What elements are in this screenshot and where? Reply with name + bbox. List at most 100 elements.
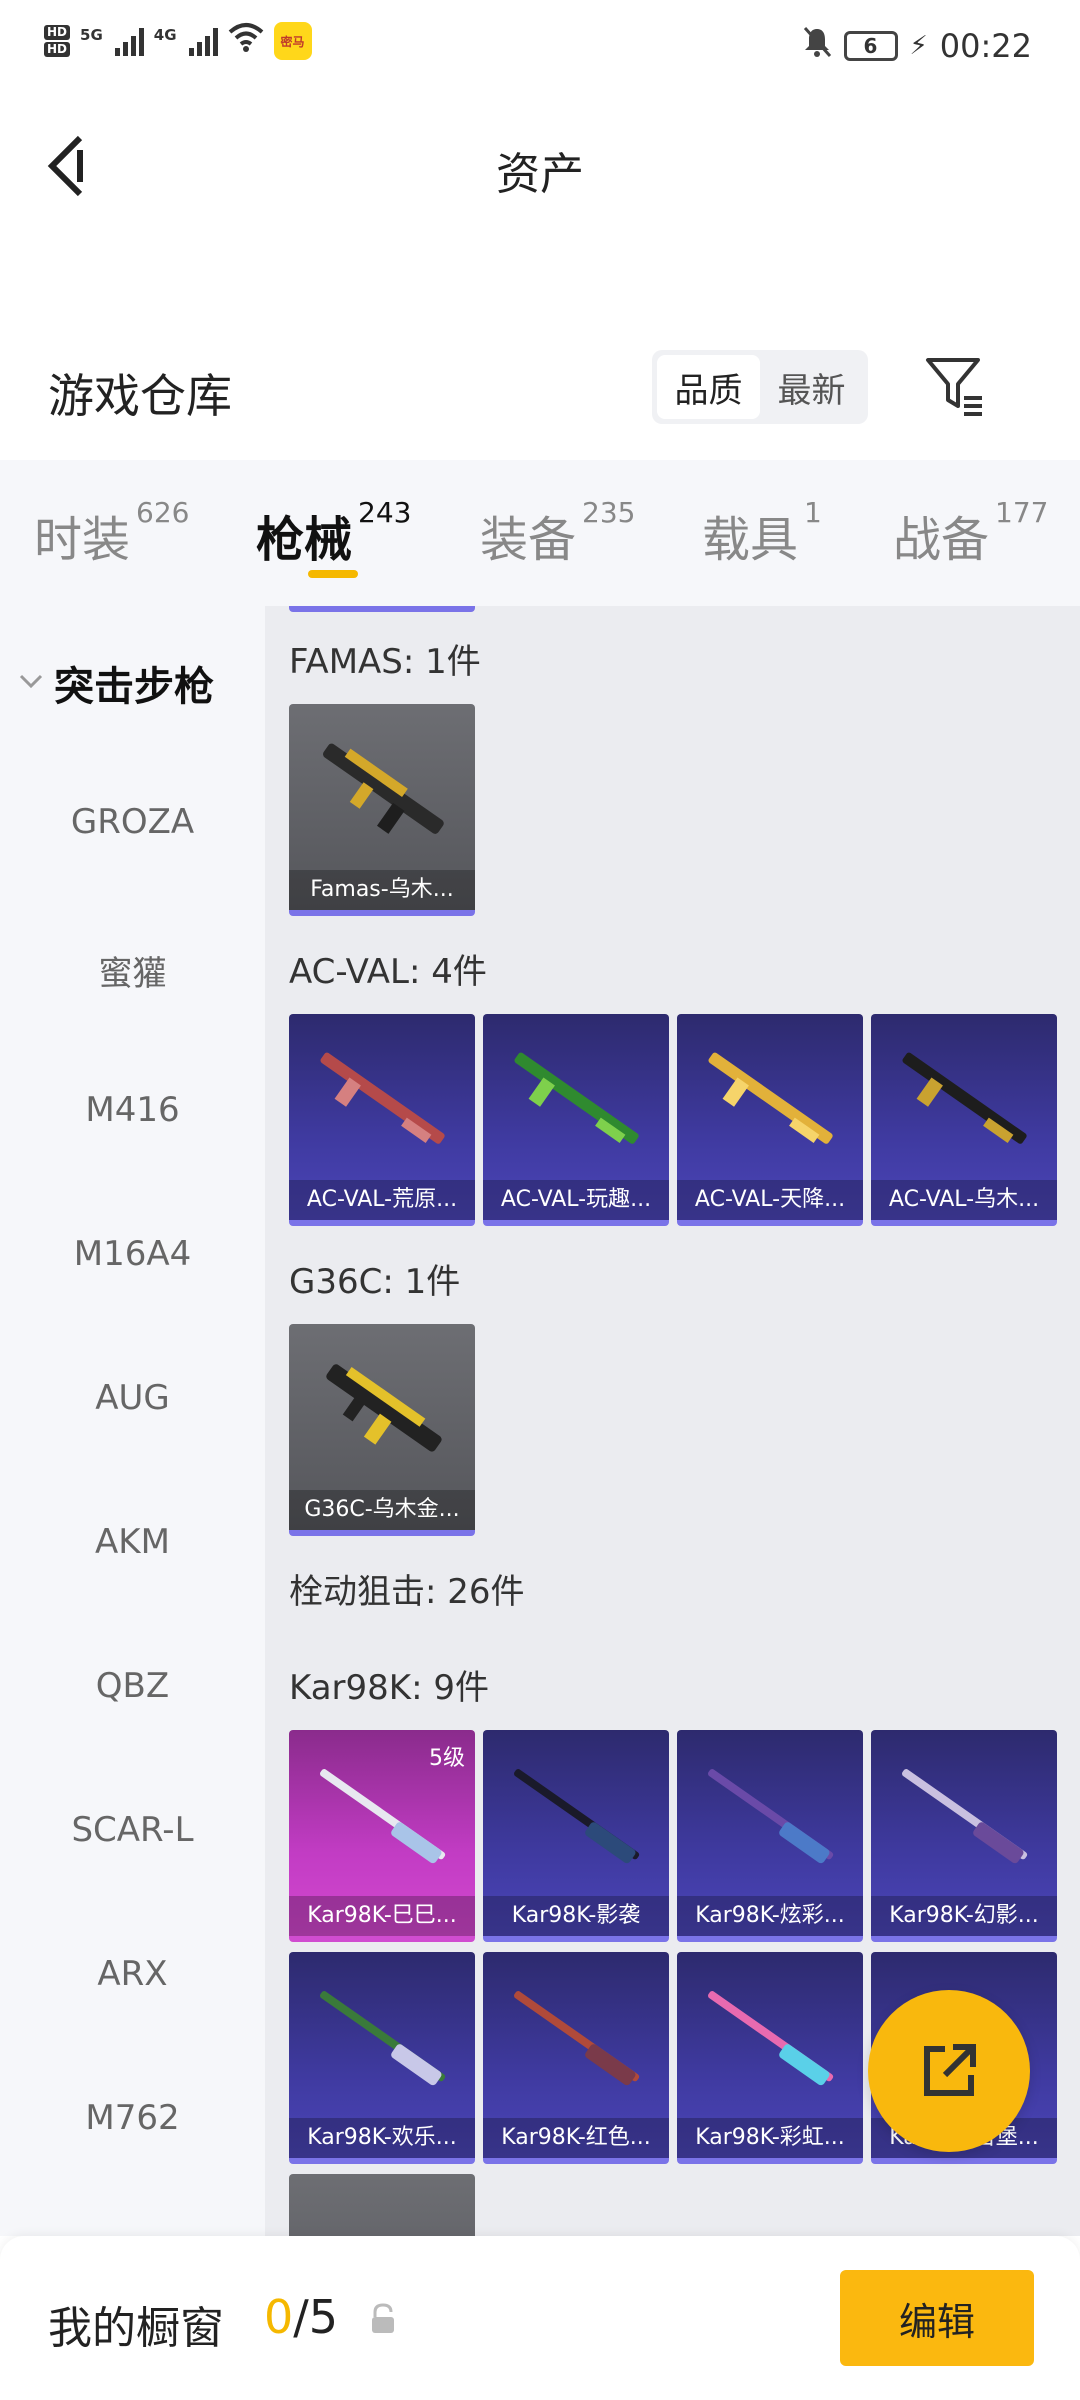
network-4g-label: 4G <box>153 26 177 44</box>
group-label-g36c: G36C: 1件 <box>289 1262 461 1302</box>
lock-icon <box>372 2303 394 2333</box>
item-card[interactable] <box>289 2174 475 2236</box>
sidebar-group-label: 突击步枪 <box>54 664 214 710</box>
filter-icon <box>926 358 982 416</box>
rifle-image <box>326 1364 442 1452</box>
tab-label: 时装 <box>34 512 131 568</box>
sort-newest-option[interactable]: 最新 <box>760 355 863 419</box>
item-card[interactable]: Kar98K-欢乐... <box>289 1952 475 2164</box>
item-card[interactable]: AC-VAL-天降... <box>677 1014 863 1226</box>
network-5g-label: 5G <box>80 26 103 44</box>
group-label-famas: FAMAS: 1件 <box>289 642 481 682</box>
filter-button[interactable] <box>920 350 992 422</box>
rifle-image <box>708 1769 834 1864</box>
group-label-ac-val: AC-VAL: 4件 <box>289 952 487 992</box>
page-title: 资产 <box>496 149 584 200</box>
sidebar-item-m762[interactable]: M762 <box>0 2098 265 2138</box>
item-card[interactable]: 5级 Kar98K-巳巳... <box>289 1730 475 1942</box>
item-name: AC-VAL-乌木... <box>871 1180 1057 1220</box>
sidebar-item-qbz[interactable]: QBZ <box>0 1666 265 1706</box>
signal-icon <box>114 26 144 56</box>
weapon-type-sidebar: 突击步枪 GROZA 蜜獾 M416 M16A4 AUG AKM QBZ SCA… <box>0 606 265 2236</box>
item-name: Kar98K-欢乐... <box>289 2118 475 2158</box>
item-card[interactable]: Kar98K-彩虹... <box>677 1952 863 2164</box>
showcase-total: 5 <box>308 2290 339 2344</box>
item-name: G36C-乌木金... <box>289 1490 475 1530</box>
rifle-image <box>902 1769 1028 1864</box>
item-card[interactable]: G36C-乌木金... <box>289 1324 475 1536</box>
rifle-image <box>320 1991 446 2086</box>
item-card[interactable]: Kar98K-红色... <box>483 1952 669 2164</box>
sidebar-item-aug[interactable]: AUG <box>0 1378 265 1418</box>
charging-icon: ⚡ <box>909 30 928 61</box>
hd-indicator: HD HD <box>44 25 71 57</box>
showcase-current: 0 <box>264 2290 294 2344</box>
wifi-icon <box>228 22 264 60</box>
tab-equipment[interactable]: 装备 235 <box>480 496 635 570</box>
tab-count: 177 <box>995 496 1049 529</box>
item-name: AC-VAL-天降... <box>677 1180 863 1220</box>
share-external-icon <box>924 2044 976 2096</box>
item-card[interactable]: Kar98K-影袭 <box>483 1730 669 1942</box>
tab-label: 枪械 <box>256 512 353 568</box>
sidebar-item-groza[interactable]: GROZA <box>0 802 265 842</box>
tab-count: 626 <box>136 496 190 529</box>
item-card[interactable]: AC-VAL-荒原... <box>289 1014 475 1226</box>
tab-label: 战备 <box>893 512 990 568</box>
item-name: Famas-乌木... <box>289 870 475 910</box>
hd-bottom-label: HD <box>44 42 71 57</box>
item-name: Kar98K-炫彩... <box>677 1896 863 1936</box>
item-name: AC-VAL-玩趣... <box>483 1180 669 1220</box>
rifle-image <box>708 1052 833 1144</box>
group-label-bolt-action: 栓动狙击: 26件 <box>289 1572 525 1612</box>
category-tabs: 时装 626 枪械 243 装备 235 载具 1 战备 177 <box>0 460 1080 606</box>
sidebar-item-arx[interactable]: ARX <box>0 1954 265 1994</box>
rifle-image <box>514 1769 640 1864</box>
hd-top-label: HD <box>44 25 71 40</box>
item-name: Kar98K-巳巳... <box>289 1896 475 1936</box>
item-name: Kar98K-幻影... <box>871 1896 1057 1936</box>
item-name: AC-VAL-荒原... <box>289 1180 475 1220</box>
showcase-separator: / <box>293 2290 309 2344</box>
rifle-image <box>514 1991 640 2086</box>
tab-count: 243 <box>358 496 412 529</box>
item-name: Kar98K-彩虹... <box>677 2118 863 2158</box>
sort-toggle: 品质 最新 <box>652 350 868 424</box>
sidebar-item-m16a4[interactable]: M16A4 <box>0 1234 265 1274</box>
sidebar-item-honey-badger[interactable]: 蜜獾 <box>0 946 265 995</box>
bell-muted-icon <box>802 26 832 65</box>
sort-quality-option[interactable]: 品质 <box>657 355 760 419</box>
warehouse-title: 游戏仓库 <box>48 369 232 423</box>
tab-label: 装备 <box>480 512 577 568</box>
rifle-image <box>514 1052 639 1144</box>
tab-fashion[interactable]: 时装 626 <box>34 496 189 570</box>
sidebar-item-scar-l[interactable]: SCAR-L <box>0 1810 265 1850</box>
sidebar-item-akm[interactable]: AKM <box>0 1522 265 1562</box>
group-label-kar98k: Kar98K: 9件 <box>289 1668 489 1708</box>
status-bar: HD HD 5G 4G 密马 6 ⚡ 00:22 <box>0 0 1080 100</box>
tab-supplies[interactable]: 战备 177 <box>893 496 1048 570</box>
item-card[interactable]: AC-VAL-玩趣... <box>483 1014 669 1226</box>
item-name: Kar98K-影袭 <box>483 1896 669 1936</box>
rifle-image <box>320 1052 445 1144</box>
rifle-image <box>323 743 444 834</box>
sidebar-group-assault-rifles[interactable]: 突击步枪 <box>18 654 214 712</box>
share-button[interactable] <box>868 1990 1030 2152</box>
item-card[interactable]: Kar98K-炫彩... <box>677 1730 863 1942</box>
item-name: Kar98K-红色... <box>483 2118 669 2158</box>
item-card[interactable]: AC-VAL-乌木... <box>871 1014 1057 1226</box>
item-card[interactable]: Famas-乌木... <box>289 704 475 916</box>
app-notification-icon: 密马 <box>273 22 312 60</box>
tab-count: 1 <box>804 496 822 529</box>
sidebar-item-m416[interactable]: M416 <box>0 1090 265 1130</box>
showcase-count: 0/5 <box>264 2290 338 2344</box>
edit-button[interactable]: 编辑 <box>840 2270 1034 2366</box>
signal-icon-2 <box>188 26 218 56</box>
clock: 00:22 <box>939 26 1032 65</box>
previous-card-edge <box>289 606 475 612</box>
rifle-image <box>320 1769 446 1864</box>
tab-firearms[interactable]: 枪械 243 <box>256 496 411 570</box>
item-card[interactable]: Kar98K-幻影... <box>871 1730 1057 1942</box>
tab-vehicles[interactable]: 载具 1 <box>702 496 822 570</box>
rifle-image <box>902 1052 1027 1144</box>
